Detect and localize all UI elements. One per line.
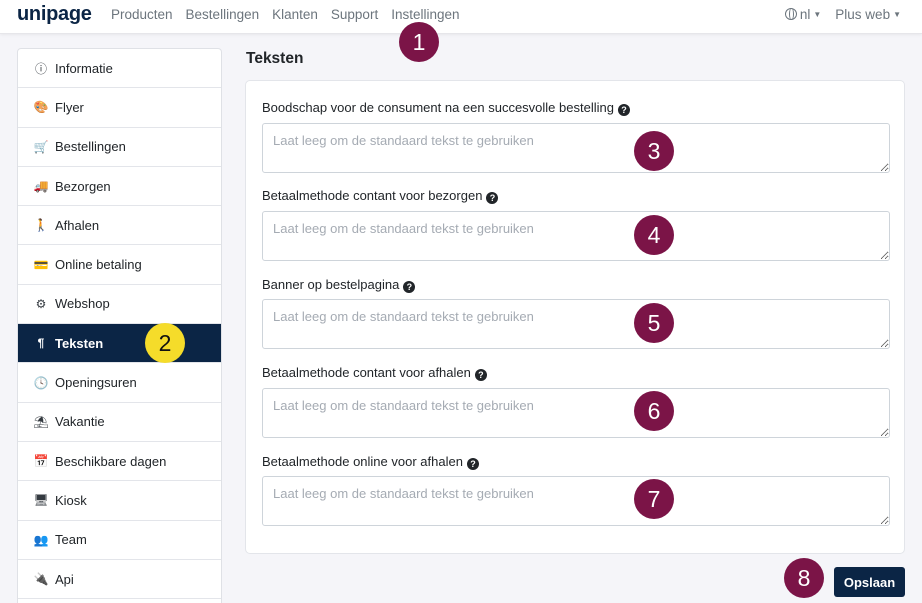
nav-link-bestellingen[interactable]: Bestellingen [186,7,260,22]
nav-right: nl ▼ Plus web ▼ [784,7,901,22]
caret-down-icon: ▼ [893,10,901,19]
field-label-text: Betaalmethode contant voor afhalen [262,365,471,380]
caret-down-icon: ▼ [813,10,822,19]
unipage-logo[interactable]: unipage [17,3,92,26]
help-icon[interactable]: ? [474,369,487,381]
online-afhalen-textarea[interactable] [262,476,890,526]
top-navbar: unipage Producten Bestellingen Klanten S… [0,0,922,34]
annotation-badge-2: 2 [145,323,185,363]
field-label-text: Betaalmethode online voor afhalen [262,454,463,469]
annotation-badge-3: 3 [634,131,674,171]
credit-card-icon: 💳 [33,257,49,272]
sidebar-item-online-betaling[interactable]: 💳 Online betaling [18,245,221,285]
sidebar-item-label: Kiosk [55,492,87,508]
nav-link-support[interactable]: Support [331,7,378,22]
field-label-banner: Banner op bestelpagina? [262,277,416,293]
sidebar-item-bezorgen[interactable]: 🚚 Bezorgen [18,167,221,207]
annotation-badge-8: 8 [784,558,824,598]
contant-afhalen-textarea[interactable] [262,388,890,438]
truck-icon: 🚚 [33,179,49,194]
save-button[interactable]: Opslaan [834,567,905,597]
page-title: Teksten [246,50,304,67]
teksten-card: Boodschap voor de consument na een succe… [245,80,905,554]
sidebar-item-flyer[interactable]: 🎨 Flyer [18,88,221,128]
sidebar-item-label: Bezorgen [55,178,111,194]
plan-dropdown[interactable]: Plus web ▼ [835,7,901,22]
sidebar-item-vakantie[interactable]: ⛱ Vakantie [18,403,221,442]
paragraph-icon: ¶ [37,336,45,351]
umbrella-beach-icon: ⛱ [33,414,49,429]
sidebar-item-label: Beschikbare dagen [55,453,167,469]
annotation-badge-5: 5 [634,303,674,343]
sidebar-item-label: Teksten [55,335,104,351]
palette-icon: 🎨 [33,100,49,115]
sidebar-item-kiosk[interactable]: 🖥 Kiosk [18,481,221,521]
sidebar-item-openingsuren[interactable]: 🕓 Openingsuren [18,363,221,403]
help-icon[interactable]: ? [617,104,630,116]
sidebar-item-team[interactable]: 👥 Team [18,521,221,560]
help-icon[interactable]: ? [466,458,479,470]
sidebar-item-label: Bestellingen [55,139,126,155]
sidebar-item-bestellingen[interactable]: 🛒 Bestellingen [18,128,221,167]
globe-icon [784,7,797,20]
language-dropdown[interactable]: nl ▼ [784,7,822,22]
sidebar-item-label: Flyer [55,99,84,115]
walking-icon: 🚶 [33,218,49,233]
field-label-succes: Boodschap voor de consument na een succe… [262,100,630,116]
sidebar-item-label: Webshop [55,296,110,312]
nav-link-klanten[interactable]: Klanten [272,7,318,22]
cart-icon: 🛒 [33,139,49,154]
succes-message-textarea[interactable] [262,123,890,173]
plug-icon: 🔌 [33,572,49,586]
field-label-contant-bezorgen: Betaalmethode contant voor bezorgen? [262,188,499,204]
language-label: nl [799,7,811,22]
sidebar-item-beschikbare-dagen[interactable]: 📅 Beschikbare dagen [18,442,221,482]
help-icon[interactable]: ? [486,192,499,204]
field-label-text: Boodschap voor de consument na een succe… [262,100,614,115]
field-label-online-afhalen: Betaalmethode online voor afhalen? [262,454,479,470]
sidebar-item-informatie[interactable]: ⓘ Informatie [18,49,221,89]
banner-textarea[interactable] [262,299,890,349]
sidebar-item-label: Vakantie [55,414,105,430]
sidebar-item-label: Informatie [55,60,113,76]
sidebar-item-label: Api [55,571,74,587]
nav-link-producten[interactable]: Producten [111,7,173,22]
sidebar-item-label: Openingsuren [55,375,137,391]
sidebar-item-afhalen[interactable]: 🚶 Afhalen [18,206,221,246]
annotation-badge-6: 6 [634,391,674,431]
field-label-text: Banner op bestelpagina [262,277,400,292]
info-circle-icon: ⓘ [34,61,47,76]
field-label-contant-afhalen: Betaalmethode contant voor afhalen? [262,365,487,381]
contant-bezorgen-textarea[interactable] [262,211,890,261]
clock-icon: 🕓 [33,375,49,390]
nav-link-instellingen[interactable]: Instellingen [391,7,459,22]
plan-label: Plus web [835,7,891,22]
sidebar-item-label: Team [55,532,87,548]
sidebar-item-label: Online betaling [55,257,142,273]
main-nav: Producten Bestellingen Klanten Support I… [111,7,460,22]
desktop-icon: 🖥 [33,493,49,508]
sidebar-item-teksten[interactable]: ¶ Teksten [18,324,221,364]
cogs-icon: ⚙ [35,296,47,311]
sidebar-item-api[interactable]: 🔌 Api [18,560,221,600]
annotation-badge-7: 7 [634,479,674,519]
settings-sidebar: ⓘ Informatie 🎨 Flyer 🛒 Bestellingen 🚚 Bezorgen 🚶… [17,48,222,603]
sidebar-item-label: Afhalen [55,217,100,233]
annotation-badge-4: 4 [634,215,674,255]
sidebar-item-webshop[interactable]: ⚙ Webshop [18,285,221,325]
help-icon[interactable]: ? [403,281,416,293]
calendar-plus-icon: 📅 [33,454,49,469]
field-label-text: Betaalmethode contant voor bezorgen [262,188,483,203]
users-icon: 👥 [33,532,49,547]
annotation-badge-1: 1 [399,22,439,62]
